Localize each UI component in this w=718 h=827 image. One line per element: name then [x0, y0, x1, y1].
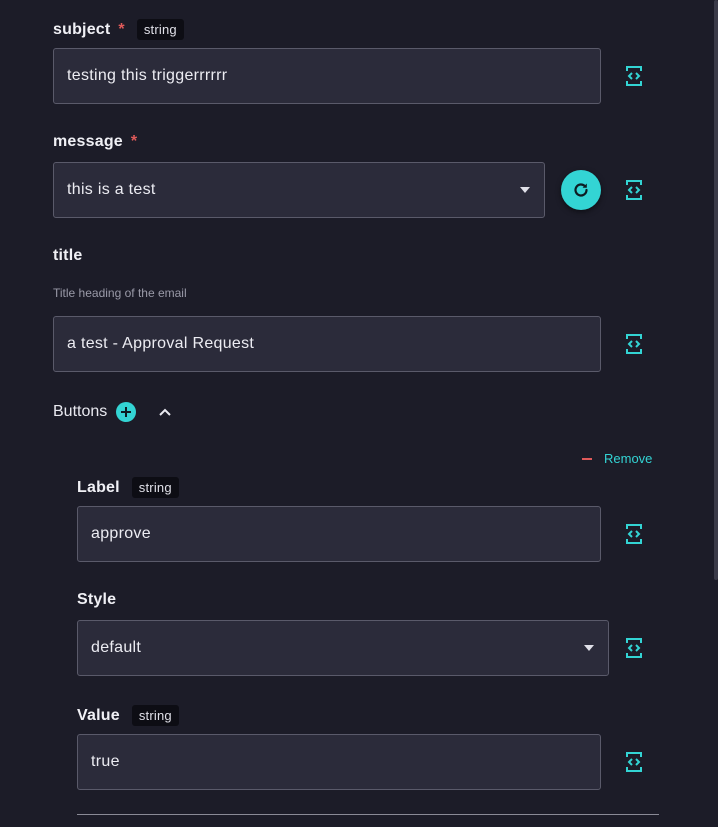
code-toggle-icon[interactable] — [625, 636, 643, 660]
refresh-icon — [574, 183, 588, 197]
button-label-input[interactable]: approve — [77, 506, 601, 562]
title-input[interactable]: a test - Approval Request — [53, 316, 601, 372]
type-badge: string — [131, 705, 179, 726]
button-value-label: Value string — [77, 705, 179, 726]
type-badge: string — [136, 19, 184, 40]
required-marker: * — [130, 133, 138, 150]
title-help-text: Title heading of the email — [53, 286, 187, 300]
button-label-label-text: Label — [77, 478, 120, 496]
chevron-up-icon[interactable] — [158, 407, 172, 417]
subject-label: subject * string — [53, 19, 184, 40]
button-label-value: approve — [91, 525, 151, 542]
subject-input[interactable]: testing this triggerrrrrr — [53, 48, 601, 104]
form-panel: subject * string testing this triggerrrr… — [0, 0, 718, 827]
button-style-label: Style — [77, 591, 116, 609]
caret-down-icon — [584, 645, 594, 651]
message-label: message * — [53, 133, 137, 151]
code-toggle-icon[interactable] — [625, 522, 643, 546]
plus-icon — [121, 407, 132, 417]
divider — [77, 814, 659, 815]
buttons-section-title: Buttons — [53, 403, 108, 420]
remove-label: Remove — [604, 451, 653, 466]
refresh-button[interactable] — [561, 170, 601, 210]
title-label-text: title — [53, 247, 83, 264]
scrollbar[interactable] — [714, 0, 718, 580]
subject-label-text: subject — [53, 20, 111, 38]
button-value-value: true — [91, 753, 120, 770]
buttons-section-header: Buttons — [53, 402, 172, 422]
minus-icon — [582, 457, 592, 460]
code-toggle-icon[interactable] — [625, 750, 643, 774]
required-marker: * — [118, 20, 125, 38]
button-value-label-text: Value — [77, 706, 120, 724]
message-select[interactable]: this is a test — [53, 162, 545, 218]
add-button[interactable] — [116, 402, 137, 422]
button-label-label: Label string — [77, 477, 179, 498]
title-value: a test - Approval Request — [67, 335, 255, 352]
code-toggle-icon[interactable] — [625, 178, 643, 202]
code-toggle-icon[interactable] — [625, 64, 643, 88]
button-style-label-text: Style — [77, 591, 117, 608]
code-toggle-icon[interactable] — [625, 332, 643, 356]
subject-value: testing this triggerrrrrr — [67, 67, 228, 84]
caret-down-icon — [520, 187, 530, 193]
remove-button[interactable]: Remove — [582, 451, 652, 466]
title-label: title — [53, 247, 82, 265]
message-label-text: message — [53, 133, 123, 150]
button-style-select[interactable]: default — [77, 620, 609, 676]
message-value: this is a test — [67, 181, 156, 198]
type-badge: string — [131, 477, 179, 498]
button-style-value: default — [91, 639, 142, 656]
button-value-input[interactable]: true — [77, 734, 601, 790]
